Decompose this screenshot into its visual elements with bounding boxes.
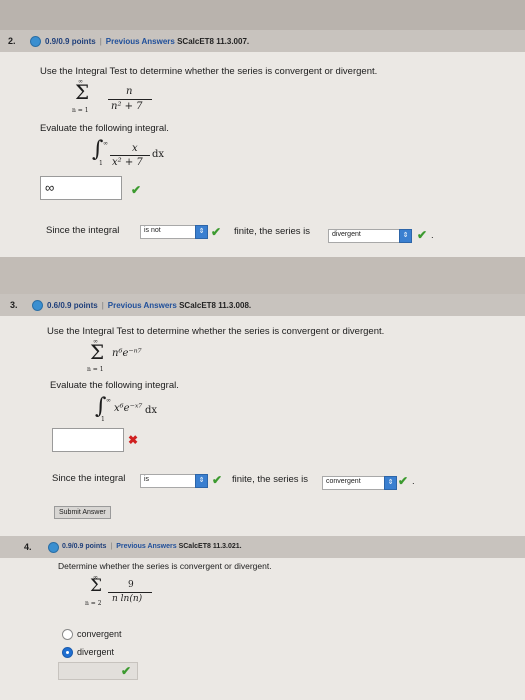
q2-answer-value: ∞ [45, 180, 55, 195]
q2-select2-value: divergent [332, 231, 361, 238]
q4-prompt: Determine whether the series is converge… [58, 561, 272, 571]
q4-points: 0.9/0.9 points [62, 543, 107, 550]
radio-convergent[interactable] [62, 629, 73, 640]
q2-number: 2. [8, 36, 16, 46]
q2-points: 0.9/0.9 points [45, 37, 96, 46]
q2-since-text: Since the integral [46, 225, 120, 236]
q2-integrand-bar [110, 155, 150, 156]
q3-integral-prompt: Evaluate the following integral. [50, 380, 179, 391]
q2-previous-answers-link[interactable]: Previous Answers [106, 37, 175, 46]
q2-int-lower: 1 [99, 160, 103, 167]
dropdown-arrow-icon[interactable]: ⇕ [195, 225, 208, 239]
q3-series-result-select[interactable]: convergent ⇕ [322, 476, 397, 490]
q3-since-text: Since the integral [52, 473, 126, 484]
q4-problem-code: SCalcET8 11.3.021. [178, 543, 242, 550]
q3-int-lower: 1 [101, 416, 105, 423]
q4-series-denominator: n ln(n) [112, 594, 143, 604]
q3-sum-bottom: n = 1 [87, 366, 104, 373]
q2-answer-field[interactable]: ∞ [40, 176, 122, 200]
q3-integral-finite-select[interactable]: is ⇕ [140, 474, 208, 488]
q2-integrand-numerator: x [132, 143, 138, 154]
integral-symbol: ∫ [92, 137, 104, 162]
check-icon: ✔ [398, 474, 409, 488]
q4-previous-answers-link[interactable]: Previous Answers [116, 543, 176, 550]
check-icon: ✔ [121, 664, 132, 678]
q3-dx: dx [145, 405, 158, 416]
q2-problem-code: SCalcET8 11.3.007. [177, 37, 250, 46]
q3-series-term: n⁶e⁻ⁿ⁷ [112, 348, 142, 359]
q4-sum-bottom: n = 2 [85, 600, 102, 607]
option-convergent-label: convergent [77, 629, 122, 639]
q2-points-line: 0.9/0.9 points | Previous Answers SCalcET8… [45, 37, 250, 46]
q4-fraction-bar [108, 592, 152, 593]
points-circle-icon [30, 36, 41, 47]
q2-int-upper: ∞ [103, 140, 108, 147]
q2-integral-prompt: Evaluate the following integral. [40, 123, 169, 134]
q3-card [0, 316, 525, 538]
dropdown-arrow-icon[interactable]: ⇕ [399, 229, 412, 243]
q2-series-denominator: n² + 7 [111, 101, 143, 112]
dropdown-arrow-icon[interactable]: ⇕ [195, 474, 208, 488]
check-icon: ✔ [211, 225, 222, 239]
q3-previous-answers-link[interactable]: Previous Answers [108, 301, 177, 310]
q3-select2-value: convergent [326, 478, 361, 485]
check-icon: ✔ [131, 183, 142, 197]
q4-series-numerator: 9 [128, 580, 134, 590]
q2-integral-finite-select[interactable]: is not ⇕ [140, 225, 208, 239]
x-icon: ✖ [128, 433, 139, 447]
q3-finite-text: finite, the series is [232, 474, 309, 485]
q3-points: 0.6/0.9 points [47, 301, 98, 310]
q4-sum-top: ∞ [93, 574, 98, 581]
q3-integrand: x⁶e⁻ˣ⁷ [114, 403, 143, 414]
section-gap [0, 257, 525, 294]
q3-points-line: 0.6/0.9 points | Previous Answers SCalcET8… [47, 301, 252, 310]
q3-int-upper: ∞ [106, 397, 111, 404]
q2-finite-text: finite, the series is [234, 226, 311, 237]
q2-prompt: Use the Integral Test to determine wheth… [40, 66, 378, 77]
q2-series-numerator: n [126, 86, 133, 97]
q3-select1-value: is [144, 476, 150, 483]
option-divergent-label: divergent [77, 647, 115, 657]
q3-prompt: Use the Integral Test to determine wheth… [47, 326, 385, 337]
q2-series-result-select[interactable]: divergent ⇕ [328, 229, 412, 243]
q3-sum-top: ∞ [93, 338, 98, 345]
q3-problem-code: SCalcET8 11.3.008. [179, 301, 252, 310]
q4-points-line: 0.9/0.9 points | Previous Answers SCalcET8… [62, 543, 242, 550]
q2-sum-bottom: n = 1 [72, 107, 89, 114]
points-circle-icon [48, 542, 59, 553]
q2-integrand-denominator: x² + 7 [112, 157, 143, 168]
q3-period: . [412, 476, 415, 487]
q3-answer-field[interactable] [52, 428, 124, 452]
dropdown-arrow-icon[interactable]: ⇕ [384, 476, 397, 490]
q3-number: 3. [10, 300, 18, 310]
check-icon: ✔ [212, 473, 223, 487]
q2-select1-value: is not [144, 227, 161, 234]
points-circle-icon [32, 300, 43, 311]
q4-number: 4. [24, 542, 32, 552]
q2-period: . [431, 230, 434, 241]
q2-fraction-bar [108, 99, 152, 100]
q2-dx: dx [152, 149, 165, 160]
check-icon: ✔ [417, 228, 428, 242]
submit-answer-button[interactable]: Submit Answer [54, 506, 111, 519]
radio-divergent[interactable] [62, 647, 73, 658]
q4-result-box: ✔ [58, 662, 138, 680]
q2-sum-top: ∞ [78, 78, 83, 85]
